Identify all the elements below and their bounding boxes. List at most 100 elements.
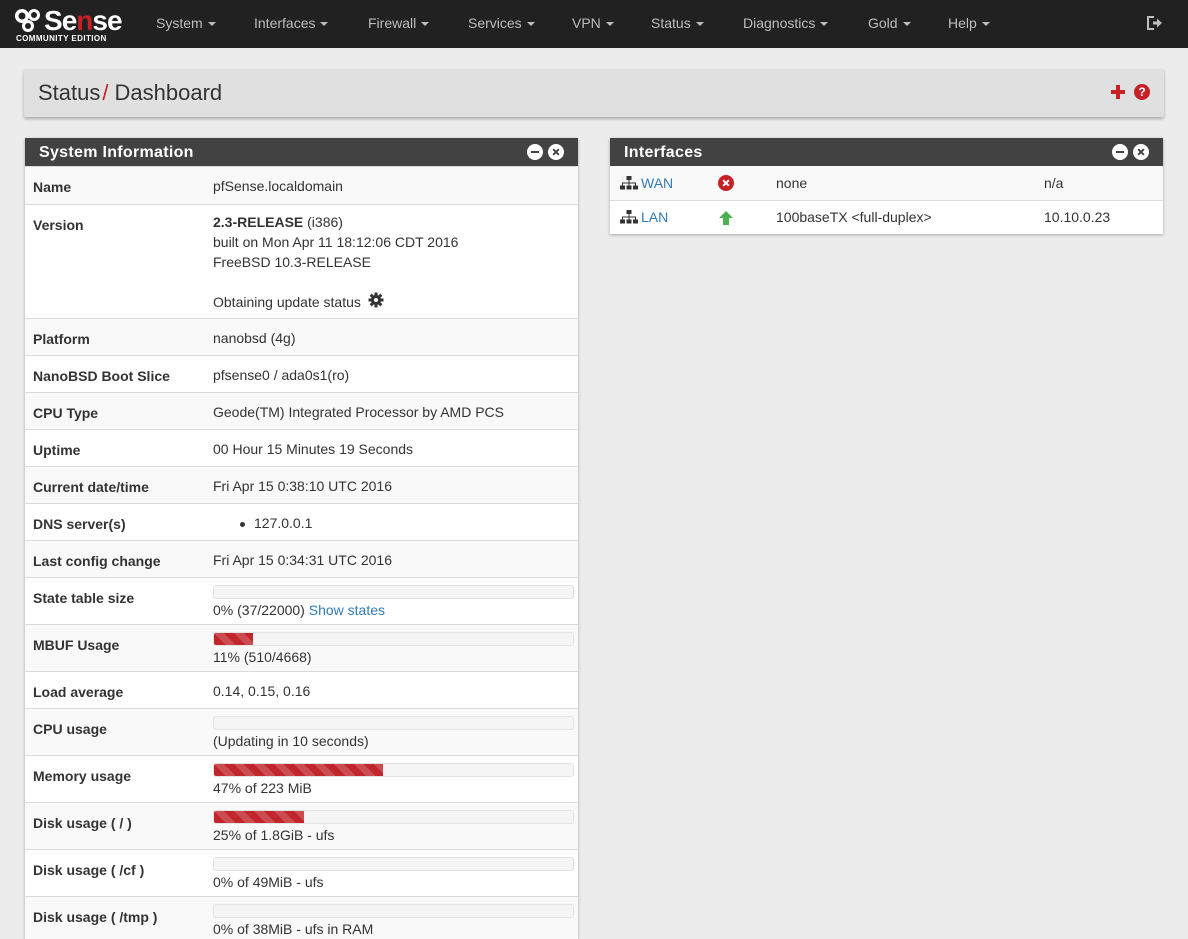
close-icon[interactable]: [548, 144, 564, 160]
times-circle-icon: [718, 175, 734, 192]
show-states-link[interactable]: Show states: [309, 602, 385, 618]
close-icon[interactable]: [1133, 144, 1149, 160]
interface-link-lan[interactable]: LAN: [641, 209, 668, 225]
table-row: DNS server(s) 127.0.0.1: [25, 503, 578, 541]
top-navbar: Sense COMMUNITY EDITION System Interface…: [0, 0, 1188, 48]
progress-text: 11% (510/4668): [213, 649, 312, 665]
interface-media: none: [776, 174, 808, 191]
list-item: 127.0.0.1: [213, 515, 578, 531]
row-label: State table size: [33, 590, 135, 606]
progress-text: 47% of 223 MiB: [213, 780, 312, 796]
table-row: Last config change Fri Apr 15 0:34:31 UT…: [25, 540, 578, 578]
table-row: Platform nanobsd (4g): [25, 318, 578, 356]
table-row: Version 2.3-RELEASE (i386) built on Mon …: [25, 204, 578, 319]
breadcrumb: Status/Dashboard: [38, 80, 222, 106]
pfsense-logo[interactable]: Sense COMMUNITY EDITION: [14, 4, 126, 44]
table-row: Uptime 00 Hour 15 Minutes 19 Seconds: [25, 429, 578, 467]
progress-text: 0% (37/22000): [213, 602, 305, 618]
page-title: Dashboard: [114, 80, 223, 105]
caret-down-icon: [207, 22, 216, 27]
row-label: Uptime: [33, 442, 81, 458]
row-value: 0% (37/22000) Show states: [206, 578, 578, 625]
nav-menu-gold[interactable]: Gold: [868, 0, 911, 46]
sitemap-icon: [620, 175, 638, 190]
row-value: 0% of 49MiB - ufs: [206, 850, 578, 897]
nav-menu-interfaces[interactable]: Interfaces: [254, 0, 329, 46]
row-label: Disk usage ( /tmp ): [33, 909, 158, 925]
table-row: Disk usage ( /cf ) 0% of 49MiB - ufs: [25, 849, 578, 897]
progress-bar: [213, 585, 574, 599]
row-value: Fri Apr 15 0:34:31 UTC 2016: [213, 552, 392, 568]
help-question-icon[interactable]: ?: [1134, 84, 1150, 100]
table-row: Disk usage ( /tmp ) 0% of 38MiB - ufs in…: [25, 896, 578, 939]
minimize-icon[interactable]: [1112, 144, 1128, 160]
interface-status-cell: [718, 200, 776, 234]
interface-name-cell: LAN: [610, 200, 718, 234]
row-value: 47% of 223 MiB: [206, 756, 578, 803]
progress-text: 0% of 38MiB - ufs in RAM: [213, 921, 374, 937]
nav-menu-status[interactable]: Status: [651, 0, 704, 46]
row-label: Current date/time: [33, 479, 149, 495]
caret-down-icon: [421, 22, 430, 27]
interface-link-wan[interactable]: WAN: [641, 175, 673, 191]
row-label: Last config change: [33, 553, 161, 569]
version-built: built on Mon Apr 11 18:12:06 CDT 2016: [213, 234, 459, 250]
row-label: DNS server(s): [33, 516, 126, 532]
nav-menu-vpn[interactable]: VPN: [572, 0, 614, 46]
row-label: Load average: [33, 684, 124, 700]
row-value: 0.14, 0.15, 0.16: [213, 683, 311, 699]
row-label: MBUF Usage: [33, 637, 120, 653]
progress-bar: [213, 716, 574, 730]
progress-bar: [213, 763, 574, 777]
row-value: pfSense.localdomain: [213, 178, 343, 194]
progress-bar: [213, 904, 574, 918]
interfaces-table: WAN none n/a LAN 100baseTX <full-duplex>…: [610, 166, 1163, 234]
table-row: WAN none n/a: [610, 166, 1163, 200]
breadcrumb-bar: Status/Dashboard ?: [24, 69, 1164, 117]
progress-text: 25% of 1.8GiB - ufs: [213, 827, 335, 843]
row-value: 00 Hour 15 Minutes 19 Seconds: [213, 441, 414, 457]
widget-title: System Information: [39, 144, 194, 161]
caret-down-icon: [820, 22, 829, 27]
breadcrumb-section[interactable]: Status: [38, 80, 100, 105]
interface-name-cell: WAN: [610, 166, 718, 200]
progress-fill: [214, 633, 254, 645]
progress-fill: [214, 764, 383, 776]
row-label: CPU Type: [33, 405, 99, 421]
row-value: (Updating in 10 seconds): [206, 709, 578, 756]
progress-bar: [213, 632, 574, 646]
breadcrumb-separator: /: [102, 80, 109, 105]
logo-subtitle: COMMUNITY EDITION: [16, 34, 107, 43]
update-status-text: Obtaining update status: [213, 294, 361, 310]
interface-media: 100baseTX <full-duplex>: [776, 209, 932, 226]
caret-down-icon: [605, 22, 614, 27]
row-label: NanoBSD Boot Slice: [33, 368, 170, 384]
nav-menu-help[interactable]: Help: [948, 0, 990, 46]
nav-menu-diagnostics[interactable]: Diagnostics: [743, 0, 829, 46]
bullet-icon: [240, 521, 245, 527]
add-widget-plus-icon[interactable]: [1110, 84, 1126, 100]
caret-down-icon: [695, 22, 704, 27]
pfsense-emblem-icon: [15, 9, 40, 32]
table-row: CPU usage (Updating in 10 seconds): [25, 708, 578, 756]
row-label: Version: [33, 217, 84, 233]
widget-header: Interfaces: [610, 138, 1163, 166]
minimize-icon[interactable]: [527, 144, 543, 160]
sign-out-icon[interactable]: [1145, 14, 1163, 32]
row-label: Disk usage ( / ): [33, 815, 132, 831]
table-row: Current date/time Fri Apr 15 0:38:10 UTC…: [25, 466, 578, 504]
row-value: 11% (510/4668): [206, 625, 578, 672]
sitemap-icon: [620, 210, 638, 224]
nav-menu-services[interactable]: Services: [468, 0, 535, 46]
table-row: State table size 0% (37/22000) Show stat…: [25, 577, 578, 625]
arrow-up-icon: [719, 210, 733, 225]
dns-server: 127.0.0.1: [254, 515, 313, 531]
nav-menu-firewall[interactable]: Firewall: [368, 0, 430, 46]
table-row: CPU Type Geode(TM) Integrated Processor …: [25, 392, 578, 430]
row-value: 0% of 38MiB - ufs in RAM: [206, 897, 578, 939]
nav-menu-system[interactable]: System: [156, 0, 216, 46]
update-status: Obtaining update status: [213, 292, 578, 312]
table-row: Name pfSense.localdomain: [25, 166, 578, 205]
progress-text: 0% of 49MiB - ufs: [213, 874, 324, 890]
row-value: Fri Apr 15 0:38:10 UTC 2016: [213, 478, 392, 494]
